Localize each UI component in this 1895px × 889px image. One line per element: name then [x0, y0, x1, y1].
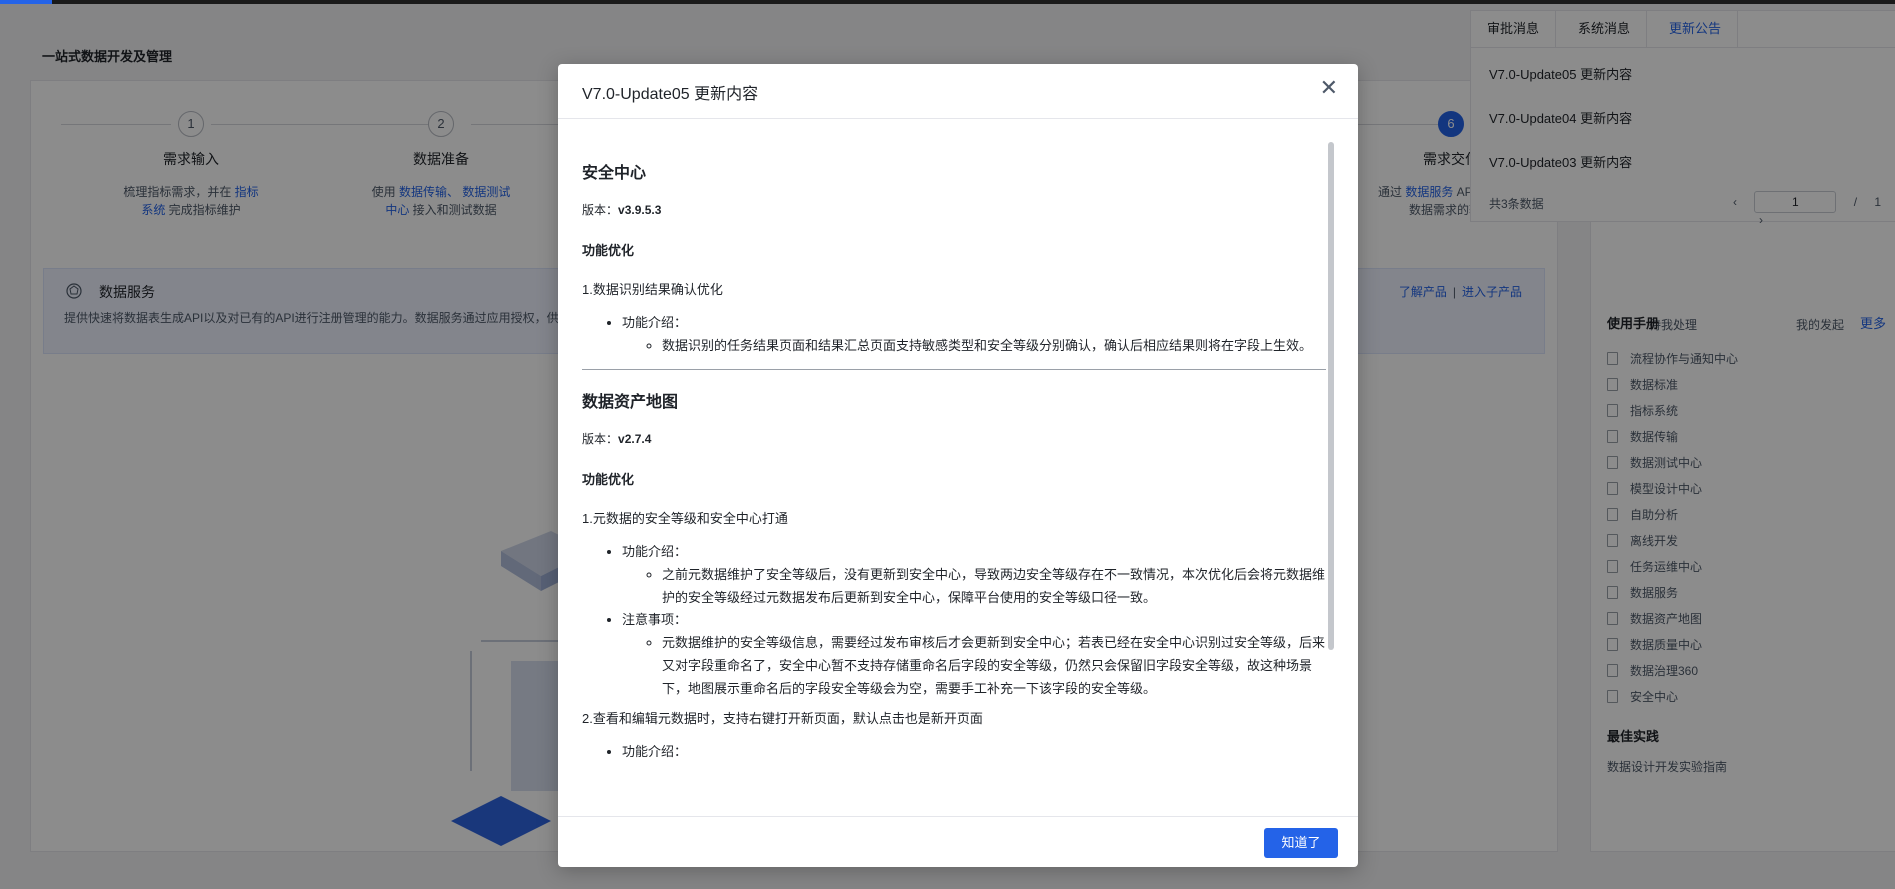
note-label: 注意事项： — [622, 612, 688, 627]
section-version: 版本：v2.7.4 — [582, 430, 1326, 447]
feature-item: 1.数据识别结果确认优化 — [582, 282, 723, 297]
section-version: 版本：v3.9.5.3 — [582, 201, 1326, 218]
detail-text: 数据识别的任务结果页面和结果汇总页面支持敏感类型和安全等级分别确认，确认后相应结… — [662, 334, 1326, 357]
detail-text: 之前元数据维护了安全等级后，没有更新到安全中心，导致两边安全等级存在不一致情况，… — [662, 563, 1326, 609]
intro-label: 功能介绍： — [622, 315, 688, 330]
feature-detail-list: 功能介绍： 之前元数据维护了安全等级后，没有更新到安全中心，导致两边安全等级存在… — [582, 541, 1326, 700]
detail-label: 功能介绍： — [622, 741, 1326, 763]
feature-detail-list: 功能介绍： — [582, 741, 1326, 763]
feature-item: 2.查看和编辑元数据时，支持右键打开新页面，默认点击也是新开页面 — [582, 711, 983, 726]
detail-label: 功能介绍： 之前元数据维护了安全等级后，没有更新到安全中心，导致两边安全等级存在… — [622, 541, 1326, 609]
section-divider — [582, 369, 1326, 370]
detail-text: 元数据维护的安全等级信息，需要经过发布审核后才会更新到安全中心；若表已经在安全中… — [662, 631, 1326, 700]
modal-header: V7.0-Update05 更新内容 ✕ — [558, 64, 1358, 119]
section-title: 安全中心 — [582, 165, 647, 182]
close-icon[interactable]: ✕ — [1320, 77, 1338, 99]
version-label: 版本： — [582, 203, 619, 217]
modal-title: V7.0-Update05 更新内容 — [582, 86, 759, 103]
version-label: 版本： — [582, 432, 619, 446]
version-value: v3.9.5.3 — [618, 203, 662, 217]
modal-body[interactable]: 安全中心 版本：v3.9.5.3 功能优化 1.数据识别结果确认优化 功能介绍：… — [582, 119, 1326, 819]
intro-label: 功能介绍： — [622, 744, 688, 759]
modal-scrollbar[interactable] — [1328, 142, 1334, 650]
feature-detail-list: 功能介绍： 数据识别的任务结果页面和结果汇总页面支持敏感类型和安全等级分别确认，… — [582, 312, 1326, 357]
feature-heading: 功能优化 — [582, 243, 635, 258]
modal-footer: 知道了 — [558, 816, 1358, 868]
acknowledge-button[interactable]: 知道了 — [1264, 828, 1338, 858]
section-title: 数据资产地图 — [582, 394, 679, 411]
feature-heading: 功能优化 — [582, 472, 635, 487]
feature-item: 1.元数据的安全等级和安全中心打通 — [582, 511, 788, 526]
intro-label: 功能介绍： — [622, 544, 688, 559]
version-value: v2.7.4 — [618, 432, 652, 446]
detail-label: 注意事项： 元数据维护的安全等级信息，需要经过发布审核后才会更新到安全中心；若表… — [622, 609, 1326, 700]
update-notes-modal: V7.0-Update05 更新内容 ✕ 安全中心 版本：v3.9.5.3 功能… — [558, 64, 1358, 867]
detail-label: 功能介绍： 数据识别的任务结果页面和结果汇总页面支持敏感类型和安全等级分别确认，… — [622, 312, 1326, 357]
